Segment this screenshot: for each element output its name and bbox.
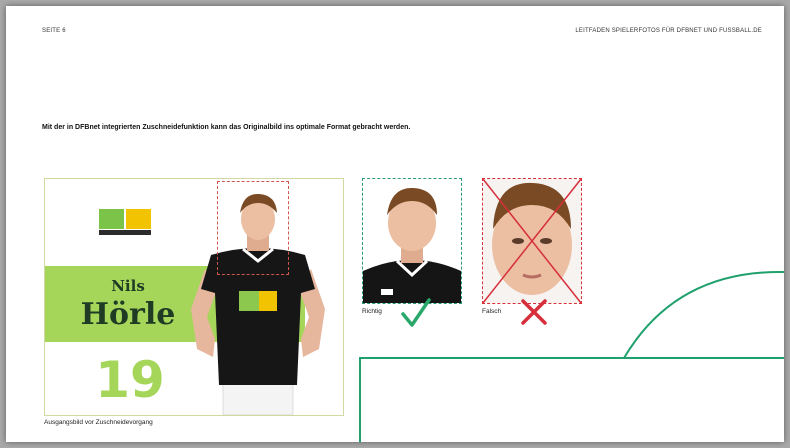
sponsor-logo — [99, 209, 153, 235]
player-last-name: Hörle — [80, 297, 176, 332]
intro-text: Mit der in DFBnet integrierten Zuschneid… — [42, 124, 411, 131]
original-player-card: Nils Hörle 19 — [44, 178, 344, 416]
decorative-frame-lines — [359, 270, 784, 442]
crop-frame-original — [217, 181, 289, 275]
page-number: SEITE 6 — [42, 28, 66, 34]
player-first-name: Nils — [111, 277, 145, 295]
player-number: 19 — [95, 351, 165, 409]
caption-original: Ausgangsbild vor Zuschneidevorgang — [44, 419, 153, 426]
document-page: SEITE 6 LEITFADEN SPIELERFOTOS FÜR DFBNE… — [6, 6, 784, 442]
document-title: LEITFADEN SPIELERFOTOS FÜR DFBNET UND FU… — [575, 28, 762, 34]
